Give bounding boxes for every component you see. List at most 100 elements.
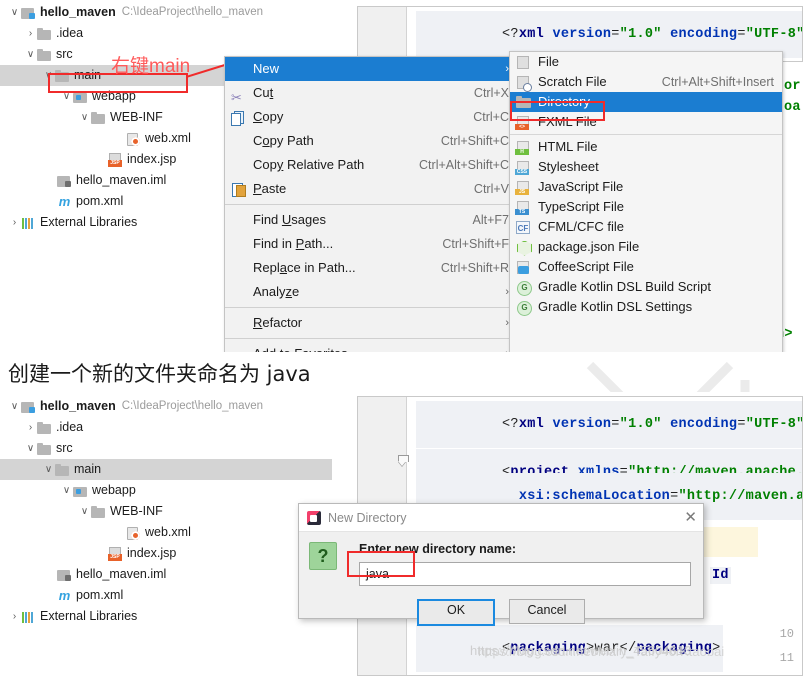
code-fold-icon[interactable]: [398, 455, 409, 466]
css-file-icon: CSS: [515, 160, 533, 175]
tree-node-hello-maven[interactable]: ∨ hello_maven C:\IdeaProject\hello_maven: [0, 396, 332, 417]
maven-m-icon: m: [58, 587, 71, 603]
iml-file-icon: [57, 568, 72, 582]
menu-separator: [225, 204, 515, 205]
chevron-right-icon[interactable]: ›: [8, 606, 21, 627]
ok-button[interactable]: OK: [417, 599, 495, 626]
code-token: =: [737, 417, 746, 432]
tree-node-src[interactable]: ∨ src: [0, 438, 332, 459]
code-fragment-right-top: or: [784, 79, 801, 94]
new-submenu[interactable]: File Scratch File Ctrl+Alt+Shift+Insert …: [509, 51, 783, 352]
close-icon[interactable]: ✕: [684, 510, 697, 525]
module-icon: [21, 400, 36, 414]
file-tag: <>: [515, 123, 529, 130]
chevron-down-icon[interactable]: ∨: [24, 44, 37, 65]
code-token: "UTF-8": [745, 27, 803, 42]
menu-shortcut: Ctrl+X: [473, 86, 509, 100]
menu-item-new[interactable]: New ›: [225, 57, 515, 81]
new-directory-dialog[interactable]: New Directory ✕ ? Enter new directory na…: [298, 503, 704, 626]
folder-icon: [37, 442, 52, 456]
chevron-down-icon[interactable]: ∨: [60, 86, 73, 107]
chevron-down-icon[interactable]: ∨: [8, 2, 21, 23]
ts-file-icon: TS: [515, 200, 533, 215]
tree-node-web-xml[interactable]: web.xml: [0, 522, 332, 543]
chevron-down-icon[interactable]: ∨: [8, 396, 21, 417]
tree-node-idea[interactable]: › .idea: [0, 417, 332, 438]
menu-item-refactor[interactable]: Refactor ›: [225, 311, 515, 335]
chevron-down-icon[interactable]: ∨: [24, 438, 37, 459]
submenu-item-file[interactable]: File: [510, 52, 782, 72]
submenu-item-html-file[interactable]: H HTML File: [510, 137, 782, 157]
chevron-right-icon[interactable]: ›: [24, 417, 37, 438]
menu-item-replace-in-path[interactable]: Replace in Path... Ctrl+Shift+R: [225, 256, 515, 280]
chevron-down-icon[interactable]: ∨: [78, 501, 91, 522]
menu-item-paste[interactable]: Paste Ctrl+V: [225, 177, 515, 201]
submenu-item-javascript-file[interactable]: JS JavaScript File: [510, 177, 782, 197]
submenu-item-packagejson-file[interactable]: package.json File: [510, 237, 782, 257]
chevron-right-icon[interactable]: ›: [24, 23, 37, 44]
tree-node-index-jsp[interactable]: index.jsp: [0, 543, 332, 564]
tree-node-label: External Libraries: [40, 215, 138, 229]
chevron-right-icon: ›: [505, 286, 509, 298]
screenshot-root: ∨ hello_maven C:\IdeaProject\hello_maven…: [0, 0, 803, 676]
tree-node-external-libraries[interactable]: › External Libraries: [0, 606, 332, 627]
menu-item-copy-relative-path[interactable]: Copy Relative Path Ctrl+Alt+Shift+C: [225, 153, 515, 177]
menu-item-copy[interactable]: Copy Ctrl+C: [225, 105, 515, 129]
directory-name-input[interactable]: java: [359, 562, 691, 586]
context-menu[interactable]: New › Cut Ctrl+X Copy Ctrl+C Copy Path C…: [224, 56, 516, 352]
tree-node-pom-xml[interactable]: m pom.xml: [0, 585, 332, 606]
menu-shortcut: Ctrl+Shift+R: [440, 261, 509, 275]
tree-node-main[interactable]: ∨ main: [0, 459, 332, 480]
tree-node-idea[interactable]: › .idea: [0, 23, 332, 44]
menu-shortcut: Ctrl+Shift+C: [440, 134, 509, 148]
chevron-down-icon[interactable]: ∨: [42, 459, 55, 480]
menu-item-copy-path[interactable]: Copy Path Ctrl+Shift+C: [225, 129, 515, 153]
gradle-icon: G: [515, 280, 533, 296]
submenu-item-label: CoffeeScript File: [538, 259, 634, 274]
code-token: xml: [518, 417, 545, 432]
menu-item-cut[interactable]: Cut Ctrl+X: [225, 81, 515, 105]
menu-separator: [225, 307, 515, 308]
submenu-item-coffeescript-file[interactable]: CoffeeScript File: [510, 257, 782, 277]
menu-item-label: Refactor: [253, 315, 303, 330]
tree-node-webapp[interactable]: ∨ webapp: [0, 480, 332, 501]
project-path: C:\IdeaProject\hello_maven: [121, 400, 264, 412]
directory-icon: [515, 95, 533, 110]
chevron-right-icon[interactable]: ›: [8, 212, 21, 233]
code-token: <?: [502, 417, 519, 432]
tree-node-label: src: [56, 47, 73, 61]
menu-item-analyze[interactable]: Analyze ›: [225, 280, 515, 304]
tree-node-hello-maven[interactable]: ∨ hello_maven C:\IdeaProject\hello_maven: [0, 2, 332, 23]
chevron-down-icon[interactable]: ∨: [78, 107, 91, 128]
chevron-down-icon[interactable]: ∨: [60, 480, 73, 501]
tree-node-label: src: [56, 441, 73, 455]
project-tree-bottom[interactable]: ∨ hello_maven C:\IdeaProject\hello_maven…: [0, 396, 332, 627]
tree-node-web-inf[interactable]: ∨ WEB-INF: [0, 501, 332, 522]
submenu-item-cfml-file[interactable]: CF CFML/CFC file: [510, 217, 782, 237]
chevron-down-icon[interactable]: ∨: [42, 65, 55, 86]
menu-item-find-in-path[interactable]: Find in Path... Ctrl+Shift+F: [225, 232, 515, 256]
submenu-item-gradle-settings[interactable]: G Gradle Kotlin DSL Settings: [510, 297, 782, 317]
submenu-item-gradle-build-script[interactable]: G Gradle Kotlin DSL Build Script: [510, 277, 782, 297]
code-token: Id: [712, 568, 729, 583]
folder-icon: [55, 463, 70, 477]
html-file-icon: H: [515, 140, 533, 155]
cancel-button[interactable]: Cancel: [509, 599, 585, 624]
gradle-icon: G: [515, 300, 533, 316]
nodejs-icon: [515, 240, 533, 256]
menu-item-label: Analyze: [253, 284, 300, 299]
menu-item-find-usages[interactable]: Find Usages Alt+F7: [225, 208, 515, 232]
editor-gutter: [358, 7, 407, 61]
submenu-item-scratch-file[interactable]: Scratch File Ctrl+Alt+Shift+Insert: [510, 72, 782, 92]
submenu-item-directory[interactable]: Directory: [510, 92, 782, 112]
submenu-item-typescript-file[interactable]: TS TypeScript File: [510, 197, 782, 217]
tree-node-iml[interactable]: hello_maven.iml: [0, 564, 332, 585]
submenu-item-fxml-file[interactable]: <> FXML File: [510, 112, 782, 132]
submenu-item-stylesheet[interactable]: CSS Stylesheet: [510, 157, 782, 177]
page-caption: 创建一个新的文件夹命名为 java: [8, 362, 311, 386]
menu-item-add-to-favorites[interactable]: Add to Favorites ›: [225, 342, 515, 352]
